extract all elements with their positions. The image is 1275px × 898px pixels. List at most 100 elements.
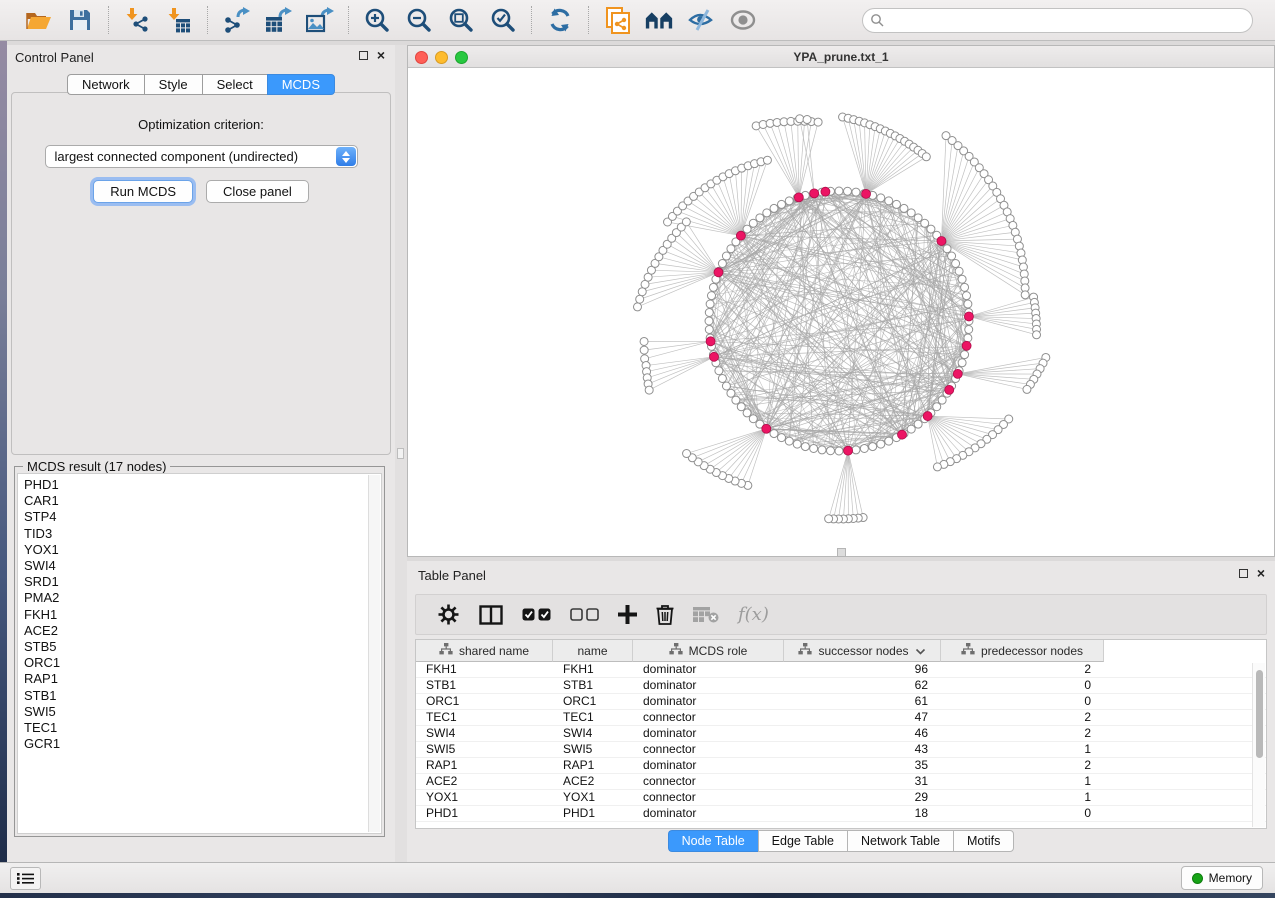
tab-style[interactable]: Style — [144, 74, 202, 95]
search-input[interactable] — [862, 8, 1253, 33]
optimization-criterion-label: Optimization criterion: — [12, 117, 390, 132]
export-table-icon[interactable] — [264, 7, 292, 33]
mcds-result-item[interactable]: RAP1 — [24, 671, 381, 687]
column-header-predecessor-nodes[interactable]: predecessor nodes — [941, 640, 1104, 662]
select-all-icon[interactable] — [522, 608, 551, 621]
tab-edge-table[interactable]: Edge Table — [758, 830, 847, 852]
panel-splitter[interactable] — [395, 45, 407, 862]
function-builder-icon[interactable]: f(x) — [738, 604, 769, 625]
column-layout-icon[interactable] — [479, 605, 503, 625]
mcds-result-item[interactable]: SWI4 — [24, 558, 381, 574]
tab-select[interactable]: Select — [202, 74, 267, 95]
splitter-handle[interactable] — [397, 448, 404, 459]
mcds-result-item[interactable]: ORC1 — [24, 655, 381, 671]
mcds-result-item[interactable]: ACE2 — [24, 623, 381, 639]
network-column-icon — [961, 643, 975, 658]
mcds-result-item[interactable]: YOX1 — [24, 542, 381, 558]
table-options-icon[interactable] — [437, 603, 460, 626]
cell-shared_name: FKH1 — [416, 662, 553, 677]
open-file-icon[interactable] — [24, 7, 52, 33]
import-network-icon[interactable] — [123, 7, 151, 33]
column-header-name[interactable]: name — [553, 640, 633, 662]
mcds-result-item[interactable]: PMA2 — [24, 590, 381, 606]
zoom-out-icon[interactable] — [405, 7, 433, 33]
table-row[interactable]: PHD1PHD1dominator180 — [416, 806, 1266, 822]
mcds-result-item[interactable]: STB1 — [24, 688, 381, 704]
table-row[interactable]: SWI5SWI5connector431 — [416, 742, 1266, 758]
node-table-header: shared namename MCDS role successor nodesp… — [416, 640, 1104, 662]
mcds-result-item[interactable]: STP4 — [24, 509, 381, 525]
save-session-icon[interactable] — [66, 7, 94, 33]
close-panel-button[interactable]: Close panel — [206, 180, 309, 203]
mcds-result-item[interactable]: TEC1 — [24, 720, 381, 736]
first-neighbors-icon[interactable] — [645, 7, 673, 33]
window-maximize-icon[interactable] — [455, 51, 468, 64]
float-table-panel-icon[interactable] — [1239, 569, 1248, 578]
table-row[interactable]: TEC1TEC1connector472 — [416, 710, 1266, 726]
refresh-layout-icon[interactable] — [546, 7, 574, 33]
mcds-result-item[interactable]: STB5 — [24, 639, 381, 655]
add-column-icon[interactable] — [618, 605, 637, 624]
close-panel-icon[interactable]: × — [377, 50, 385, 61]
tab-network[interactable]: Network — [67, 74, 144, 95]
mcds-result-item[interactable]: GCR1 — [24, 736, 381, 752]
clone-network-icon[interactable] — [603, 7, 631, 33]
cell-name: FKH1 — [553, 662, 633, 677]
memory-button[interactable]: Memory — [1181, 866, 1263, 890]
mcds-list-scrollbar[interactable] — [368, 475, 380, 832]
float-panel-icon[interactable] — [359, 51, 368, 60]
window-minimize-icon[interactable] — [435, 51, 448, 64]
mcds-result-item[interactable]: PHD1 — [24, 477, 381, 493]
cell-shared_name: RAP1 — [416, 758, 553, 773]
column-label: MCDS role — [689, 644, 748, 658]
task-history-button[interactable] — [10, 867, 41, 890]
desktop-wallpaper-left — [0, 41, 7, 862]
mcds-result-item[interactable]: SRD1 — [24, 574, 381, 590]
zoom-selected-icon[interactable] — [489, 7, 517, 33]
mcds-result-list: PHD1CAR1STP4TID3YOX1SWI4SRD1PMA2FKH1ACE2… — [17, 473, 382, 834]
table-row[interactable]: SWI4SWI4dominator462 — [416, 726, 1266, 742]
deselect-all-icon[interactable] — [570, 608, 599, 621]
column-header-shared-name[interactable]: shared name — [416, 640, 553, 662]
table-row[interactable]: ORC1ORC1dominator610 — [416, 694, 1266, 710]
sort-chevron-icon[interactable] — [915, 644, 926, 658]
mcds-result-item[interactable]: FKH1 — [24, 607, 381, 623]
zoom-fit-icon[interactable] — [447, 7, 475, 33]
table-row[interactable]: RAP1RAP1dominator352 — [416, 758, 1266, 774]
cell-shared_name: TEC1 — [416, 710, 553, 725]
show-all-icon[interactable] — [729, 7, 757, 33]
table-row[interactable]: FKH1FKH1dominator962 — [416, 662, 1266, 678]
hide-selected-icon[interactable] — [687, 7, 715, 33]
network-column-icon — [798, 643, 812, 658]
network-window-titlebar: YPA_prune.txt_1 — [408, 46, 1274, 68]
mcds-result-item[interactable]: SWI5 — [24, 704, 381, 720]
delete-table-icon[interactable] — [693, 606, 719, 623]
horizontal-splitter-handle[interactable] — [837, 548, 846, 557]
column-header-MCDS-role[interactable]: MCDS role — [633, 640, 784, 662]
zoom-in-icon[interactable] — [363, 7, 391, 33]
mcds-result-title: MCDS result (17 nodes) — [23, 459, 170, 474]
cell-name: TEC1 — [553, 710, 633, 725]
tab-network-table[interactable]: Network Table — [847, 830, 953, 852]
cell-successors: 62 — [784, 678, 941, 693]
column-header-successor-nodes[interactable]: successor nodes — [784, 640, 941, 662]
table-scrollbar[interactable] — [1252, 663, 1265, 827]
table-row[interactable]: STB1STB1dominator620 — [416, 678, 1266, 694]
tab-mcds[interactable]: MCDS — [267, 74, 335, 95]
window-close-icon[interactable] — [415, 51, 428, 64]
mcds-result-item[interactable]: CAR1 — [24, 493, 381, 509]
delete-column-icon[interactable] — [656, 604, 674, 625]
table-row[interactable]: ACE2ACE2connector311 — [416, 774, 1266, 790]
export-network-icon[interactable] — [222, 7, 250, 33]
close-table-panel-icon[interactable]: × — [1257, 568, 1265, 579]
export-image-icon[interactable] — [306, 7, 334, 33]
table-scrollbar-thumb[interactable] — [1256, 670, 1263, 758]
tab-node-table[interactable]: Node Table — [668, 830, 758, 852]
optimization-criterion-select[interactable]: largest connected component (undirected) — [45, 145, 358, 168]
mcds-result-item[interactable]: TID3 — [24, 526, 381, 542]
import-table-icon[interactable] — [165, 7, 193, 33]
network-view-canvas[interactable] — [408, 68, 1274, 556]
tab-motifs[interactable]: Motifs — [953, 830, 1014, 852]
run-mcds-button[interactable]: Run MCDS — [93, 180, 193, 203]
table-row[interactable]: YOX1YOX1connector291 — [416, 790, 1266, 806]
